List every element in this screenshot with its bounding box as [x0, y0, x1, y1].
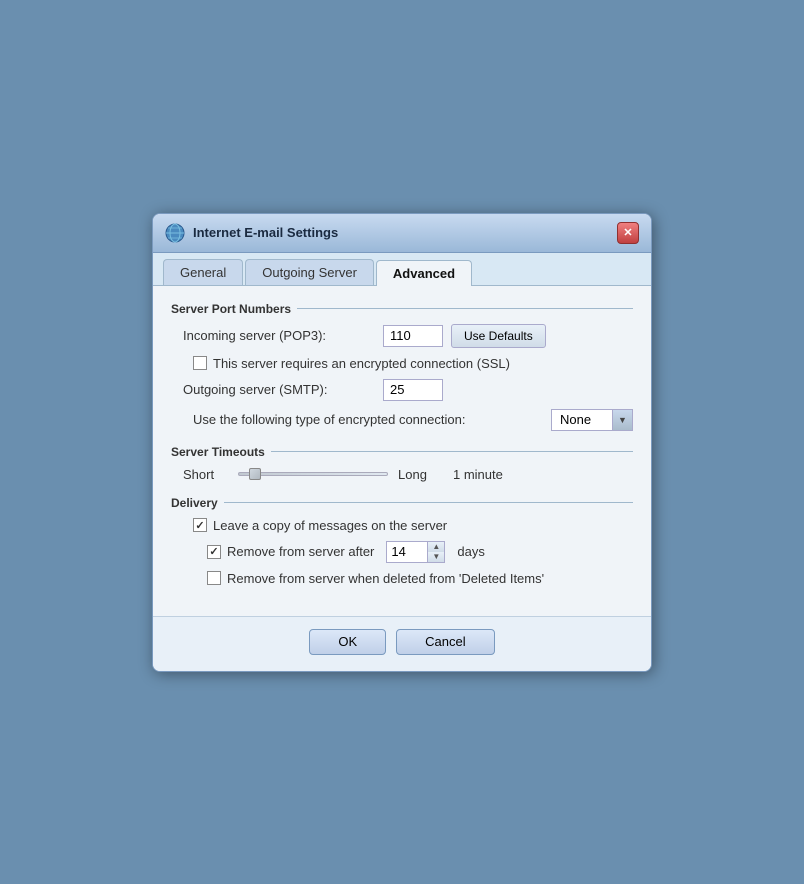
- days-input[interactable]: [387, 542, 427, 562]
- encrypt-dropdown[interactable]: None ▼: [551, 409, 633, 431]
- title-text: Internet E-mail Settings: [193, 225, 338, 240]
- spinbox-down-button[interactable]: ▼: [428, 552, 444, 562]
- use-defaults-button[interactable]: Use Defaults: [451, 324, 546, 348]
- leave-copy-checkbox[interactable]: [193, 518, 207, 532]
- remove-after-row: Remove from server after ▲ ▼ days: [171, 541, 633, 563]
- section-delivery-title: Delivery: [171, 496, 633, 510]
- ok-button[interactable]: OK: [309, 629, 386, 655]
- title-bar-left: Internet E-mail Settings: [165, 223, 338, 243]
- outgoing-server-row: Outgoing server (SMTP):: [171, 379, 633, 401]
- remove-deleted-checkbox[interactable]: [207, 571, 221, 585]
- incoming-server-row: Incoming server (POP3): Use Defaults: [171, 324, 633, 348]
- remove-after-label: Remove from server after: [227, 544, 374, 559]
- title-bar: Internet E-mail Settings ✕: [153, 214, 651, 253]
- tab-advanced[interactable]: Advanced: [376, 260, 472, 286]
- remove-after-checkbox[interactable]: [207, 545, 221, 559]
- timeout-slider-track[interactable]: [238, 472, 388, 476]
- remove-deleted-label: Remove from server when deleted from 'De…: [227, 571, 544, 586]
- short-label: Short: [183, 467, 228, 482]
- timeout-value: 1 minute: [453, 467, 503, 482]
- section-server-timeouts-title: Server Timeouts: [171, 445, 633, 459]
- days-unit-label: days: [457, 544, 484, 559]
- tab-outgoing-server[interactable]: Outgoing Server: [245, 259, 374, 285]
- spinbox-up-button[interactable]: ▲: [428, 542, 444, 552]
- ssl-label: This server requires an encrypted connec…: [213, 356, 510, 371]
- leave-copy-row: Leave a copy of messages on the server: [171, 518, 633, 533]
- section-delivery: Delivery Leave a copy of messages on the…: [171, 496, 633, 586]
- outgoing-server-input[interactable]: [383, 379, 443, 401]
- tab-bar: General Outgoing Server Advanced: [153, 253, 651, 286]
- leave-copy-label: Leave a copy of messages on the server: [213, 518, 447, 533]
- encrypt-label: Use the following type of encrypted conn…: [193, 412, 543, 427]
- app-icon: [165, 223, 185, 243]
- incoming-server-label: Incoming server (POP3):: [183, 328, 383, 343]
- encrypt-row: Use the following type of encrypted conn…: [171, 409, 633, 431]
- section-server-ports: Server Port Numbers Incoming server (POP…: [171, 302, 633, 431]
- ssl-checkbox-row: This server requires an encrypted connec…: [171, 356, 633, 371]
- tab-content-advanced: Server Port Numbers Incoming server (POP…: [153, 286, 651, 616]
- timeout-slider-row: Short Long 1 minute: [171, 467, 633, 482]
- outgoing-server-label: Outgoing server (SMTP):: [183, 382, 383, 397]
- incoming-server-input[interactable]: [383, 325, 443, 347]
- section-server-timeouts: Server Timeouts Short Long 1 minute: [171, 445, 633, 482]
- chevron-down-icon[interactable]: ▼: [612, 410, 632, 430]
- bottom-buttons: OK Cancel: [153, 616, 651, 671]
- encrypt-dropdown-value: None: [552, 412, 612, 427]
- tab-general[interactable]: General: [163, 259, 243, 285]
- dialog-window: Internet E-mail Settings ✕ General Outgo…: [152, 213, 652, 672]
- timeout-slider-thumb[interactable]: [249, 468, 261, 480]
- close-button[interactable]: ✕: [617, 222, 639, 244]
- section-server-ports-title: Server Port Numbers: [171, 302, 633, 316]
- ssl-checkbox[interactable]: [193, 356, 207, 370]
- cancel-button[interactable]: Cancel: [396, 629, 494, 655]
- spinbox-arrows: ▲ ▼: [427, 542, 444, 562]
- days-spinbox[interactable]: ▲ ▼: [386, 541, 445, 563]
- remove-deleted-row: Remove from server when deleted from 'De…: [171, 571, 633, 586]
- long-label: Long: [398, 467, 443, 482]
